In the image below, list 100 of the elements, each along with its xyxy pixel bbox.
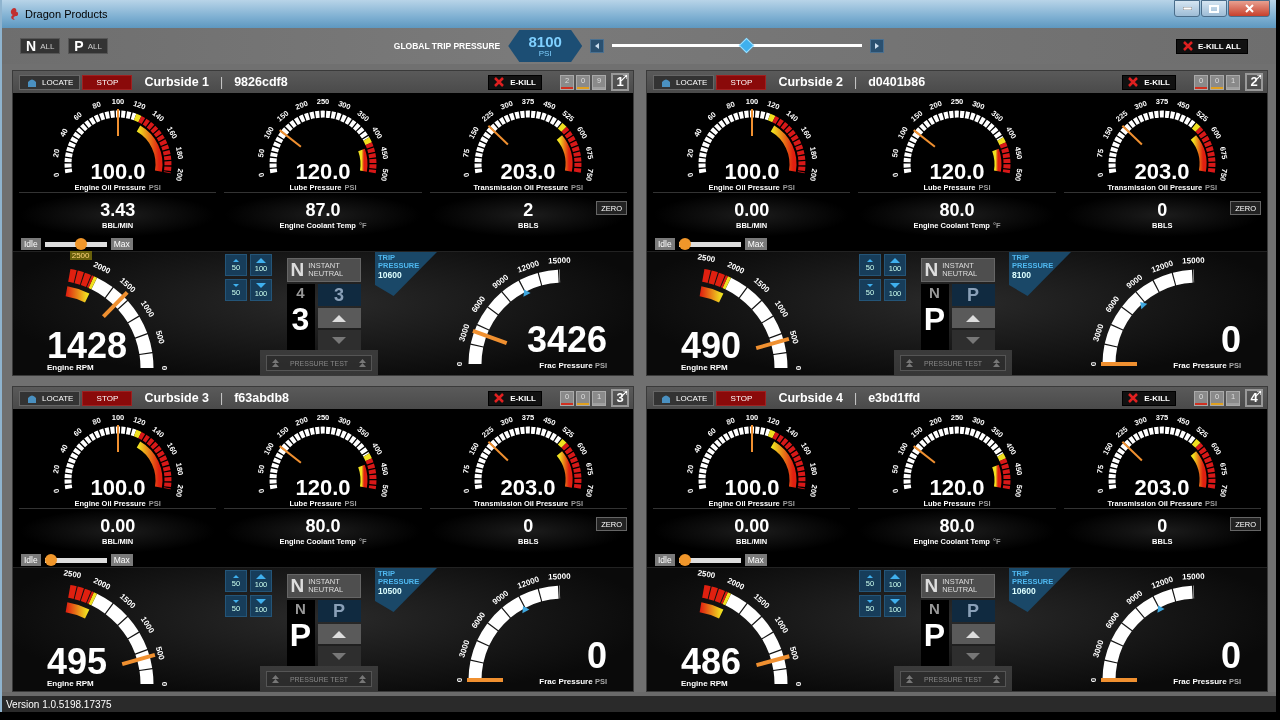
target-gear: P xyxy=(317,600,361,622)
minimize-button[interactable] xyxy=(1174,0,1200,17)
frac-tick-label: 3000 xyxy=(457,322,472,343)
frac-value: 3426 xyxy=(526,319,607,360)
target-gear: 3 xyxy=(317,284,361,306)
stop-button[interactable]: STOP xyxy=(82,390,133,406)
locate-button[interactable]: LOCATE xyxy=(19,74,81,90)
down-arrow-icon xyxy=(890,598,900,604)
rpm-tick-label: 2000 xyxy=(91,575,112,592)
stop-button[interactable]: STOP xyxy=(716,390,767,406)
frac-tick-label: 12000 xyxy=(1150,574,1175,591)
stop-button[interactable]: STOP xyxy=(716,74,767,90)
global-trip-pressure-label: GLOBAL TRIP PRESSURE xyxy=(393,41,501,51)
minimize-icon xyxy=(1182,7,1192,10)
increase-button[interactable] xyxy=(870,39,885,53)
frac-tick-label: 0 xyxy=(1089,677,1099,683)
current-gear: P xyxy=(923,302,946,336)
neutral-all-button[interactable]: N ALL xyxy=(20,38,61,54)
gear-up-button[interactable] xyxy=(317,308,361,328)
expand-button[interactable]: 2 xyxy=(1245,73,1263,91)
down-triangle-icon xyxy=(332,652,346,660)
frac-tick-label: 3000 xyxy=(1091,322,1106,343)
e-kill-button[interactable]: E-KILL xyxy=(1122,390,1176,406)
expand-button[interactable]: 4 xyxy=(1245,389,1263,407)
gear-down-button[interactable] xyxy=(317,330,361,350)
rpm-tick-label: 2000 xyxy=(91,259,112,276)
rpm-tick-label: 0 xyxy=(793,681,803,687)
max-label: Max xyxy=(744,554,767,566)
gear-up-button[interactable] xyxy=(951,308,995,328)
up-arrow-icon xyxy=(867,258,873,262)
gauge-value: 203.0 xyxy=(1134,159,1190,183)
e-kill-button[interactable]: E-KILL xyxy=(488,390,542,406)
maximize-icon xyxy=(1209,4,1219,13)
gauge-value: 100.0 xyxy=(724,159,780,183)
stop-button[interactable]: STOP xyxy=(82,74,133,90)
frac-tick-label: 9000 xyxy=(1124,272,1145,291)
slider-thumb[interactable] xyxy=(678,554,691,566)
slider-thumb[interactable] xyxy=(678,238,691,250)
double-up-arrow-icon xyxy=(272,675,279,683)
expand-button[interactable]: 3 xyxy=(611,389,629,407)
x-icon xyxy=(1128,77,1139,87)
maximize-button[interactable] xyxy=(1201,0,1227,17)
slider-thumb[interactable] xyxy=(44,554,57,566)
slider-thumb[interactable] xyxy=(74,238,87,250)
rpm-value: 486 xyxy=(681,641,742,682)
locate-button[interactable]: LOCATE xyxy=(19,390,81,406)
up-arrow-icon xyxy=(890,573,900,579)
gauge-redline xyxy=(992,137,1011,174)
gear-down-button[interactable] xyxy=(317,646,361,666)
left-arrow-icon xyxy=(595,43,600,49)
gear-down-button[interactable] xyxy=(951,646,995,666)
previous-gear: 4 xyxy=(296,284,305,302)
current-gear: P xyxy=(289,618,312,652)
rpm-tick-label: 2000 xyxy=(725,259,746,276)
gauge-needle xyxy=(278,129,302,148)
current-gear: P xyxy=(923,618,946,652)
rpm-tick-label: 0 xyxy=(159,365,169,371)
max-label: Max xyxy=(110,554,133,566)
frac-tick-label: 0 xyxy=(455,677,465,683)
frac-needle xyxy=(1101,362,1137,366)
rpm-tick-label: 2500 xyxy=(696,252,716,265)
rpm-tick-label: 0 xyxy=(793,365,803,371)
readout-value: 80.0 xyxy=(305,516,341,537)
down-triangle-icon xyxy=(966,652,980,660)
double-up-arrow-icon xyxy=(272,359,279,367)
gauge-needle xyxy=(278,445,302,464)
x-icon xyxy=(494,393,505,403)
expand-button[interactable]: 1 xyxy=(611,73,629,91)
park-all-button[interactable]: P ALL xyxy=(68,38,108,54)
frac-needle xyxy=(467,678,503,682)
gauge-needle xyxy=(912,445,936,464)
rpm-label: Engine RPM xyxy=(681,679,728,688)
x-icon xyxy=(1128,393,1139,403)
gear-up-button[interactable] xyxy=(317,624,361,644)
unit-name: Curbside 4 xyxy=(778,391,844,405)
down-arrow-icon xyxy=(867,283,873,287)
dome-light-icon xyxy=(26,77,38,87)
window-title: Dragon Products xyxy=(25,8,108,20)
e-kill-button[interactable]: E-KILL xyxy=(1122,74,1176,90)
gear-up-button[interactable] xyxy=(951,624,995,644)
up-arrow-icon xyxy=(256,573,266,579)
readout-value: 0 xyxy=(1157,200,1168,221)
close-button[interactable] xyxy=(1228,0,1270,17)
gear-down-button[interactable] xyxy=(951,330,995,350)
frac-value: 0 xyxy=(1220,635,1241,676)
locate-button[interactable]: LOCATE xyxy=(653,74,715,90)
x-icon xyxy=(494,77,505,87)
frac-tick-label: 12000 xyxy=(516,258,541,275)
frac-needle xyxy=(472,328,508,346)
gauge-value: 120.0 xyxy=(295,475,351,499)
e-kill-all-button[interactable]: E-KILL ALL xyxy=(1175,38,1248,54)
current-gear: 3 xyxy=(291,302,310,336)
e-kill-button[interactable]: E-KILL xyxy=(488,74,542,90)
unit-name: Curbside 2 xyxy=(778,75,844,89)
trip-pressure-value: 10600 xyxy=(1012,587,1036,595)
frac-tick-label: 15000 xyxy=(1182,571,1205,582)
title-separator: | xyxy=(854,75,858,89)
locate-button[interactable]: LOCATE xyxy=(653,390,715,406)
frac-needle xyxy=(1101,678,1137,682)
decrease-button[interactable] xyxy=(590,39,605,53)
